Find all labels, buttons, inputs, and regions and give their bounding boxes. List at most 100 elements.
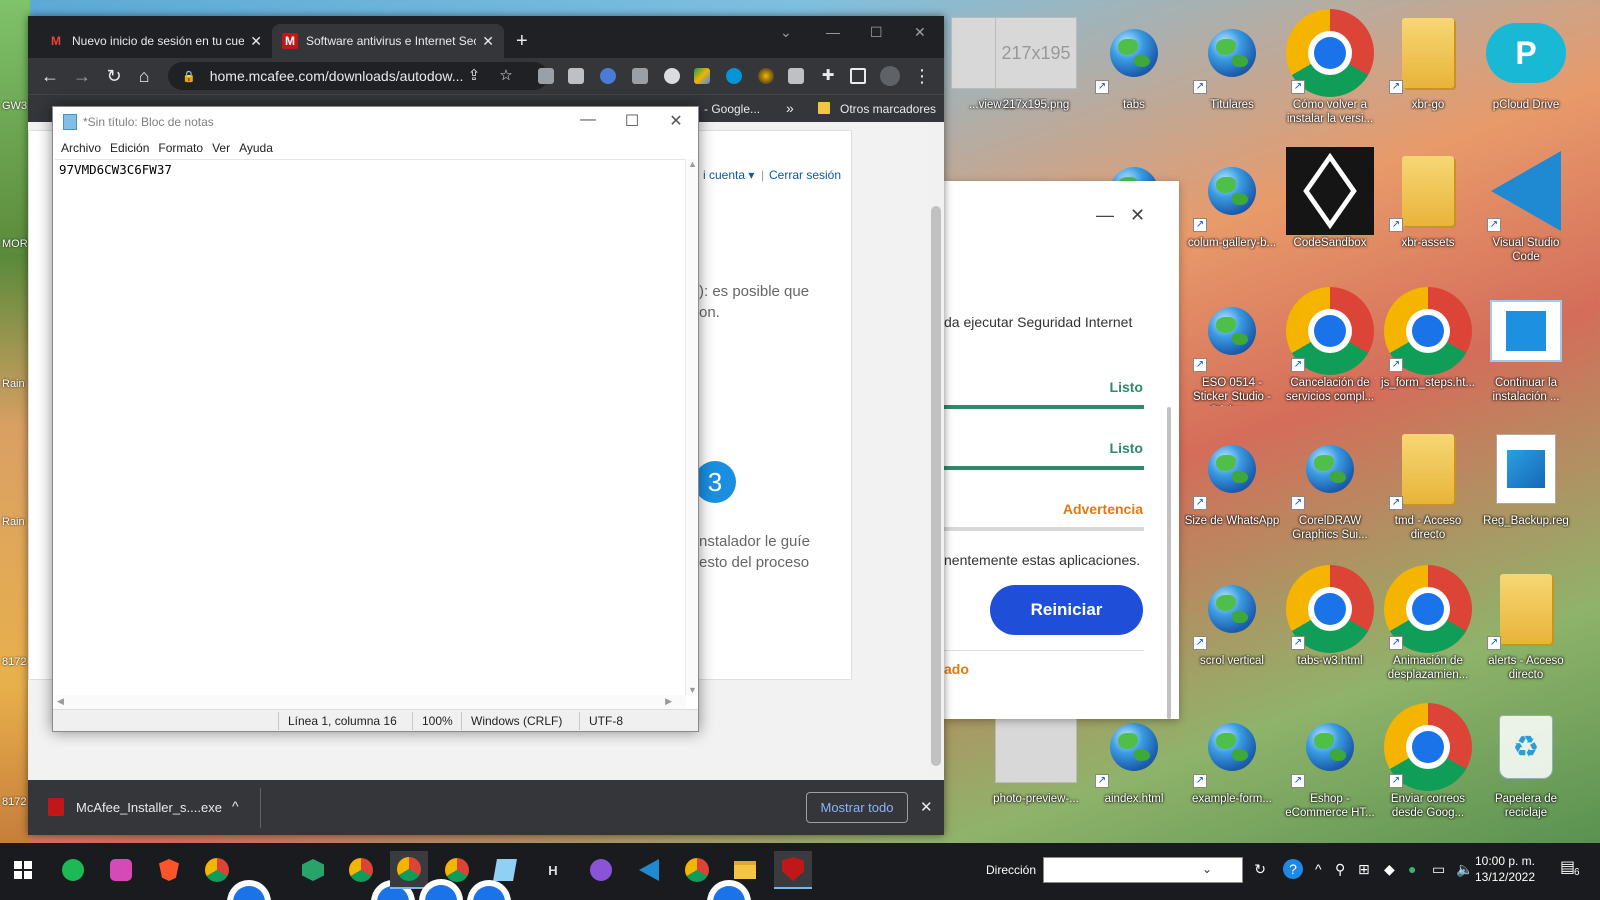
- desktop-icon[interactable]: 217x195 217x195.png: [988, 8, 1084, 146]
- desktop-icon[interactable]: ↗ xbr-go: [1380, 8, 1476, 146]
- tray-chevron-icon[interactable]: ^: [1315, 861, 1322, 877]
- close-icon[interactable]: ✕: [914, 24, 926, 41]
- desktop-icon[interactable]: Continuar la instalación ...: [1478, 286, 1574, 424]
- bookmark-star-icon[interactable]: ☆: [496, 66, 516, 84]
- close-tab-icon[interactable]: ✕: [482, 33, 494, 50]
- profile-avatar[interactable]: [880, 66, 900, 86]
- vscode-icon[interactable]: [630, 851, 668, 889]
- desktop-icon[interactable]: ↗ xbr-assets: [1380, 146, 1476, 284]
- close-icon[interactable]: ✕: [661, 111, 691, 131]
- menu-ayuda[interactable]: Ayuda: [239, 141, 273, 155]
- menu-ver[interactable]: Ver: [212, 141, 230, 155]
- close-download-bar-icon[interactable]: ✕: [920, 798, 933, 816]
- chevron-down-icon[interactable]: ⌄: [1202, 862, 1212, 876]
- tab-gmail[interactable]: M Nuevo inicio de sesión en tu cue ✕: [38, 24, 272, 58]
- vertical-scrollbar[interactable]: ▲ ▼: [685, 159, 698, 695]
- desktop-icon[interactable]: ↗ colum-gallery-b...: [1184, 146, 1280, 284]
- scroll-right-icon[interactable]: ▶: [665, 696, 672, 707]
- desktop-icon-label[interactable]: 8172: [2, 796, 26, 808]
- desktop-icon[interactable]: ↗ scrol vertical: [1184, 564, 1280, 702]
- chrome-profile-icon[interactable]: [198, 851, 271, 900]
- desktop-icon[interactable]: CodeSandbox: [1282, 146, 1378, 284]
- forward-icon[interactable]: →: [72, 66, 92, 87]
- help-icon[interactable]: ?: [1283, 859, 1303, 879]
- close-button[interactable]: ✕: [1130, 205, 1145, 226]
- maximize-icon[interactable]: ☐: [870, 24, 883, 41]
- minimize-icon[interactable]: —: [573, 111, 603, 129]
- clock[interactable]: 10:00 p. m. 13/12/2022: [1470, 853, 1540, 885]
- desktop-icon[interactable]: ↗ ESO 0514 - Sticker Studio - Sticker...: [1184, 286, 1280, 424]
- chrome-icon[interactable]: [438, 851, 511, 900]
- desktop-icon[interactable]: ♻ Papelera de reciclaje: [1478, 702, 1574, 840]
- desktop-icon[interactable]: ↗ aindex.html: [1086, 702, 1182, 840]
- desktop-icon[interactable]: ↗ example-form...: [1184, 702, 1280, 840]
- text-editor[interactable]: 97VMD6CW3C6FW37: [55, 159, 686, 695]
- desktop-icon-label[interactable]: 8172: [2, 656, 26, 668]
- minimize-button[interactable]: —: [1096, 205, 1114, 226]
- tab-mcafee[interactable]: M Software antivirus e Internet Secu ✕: [272, 24, 504, 58]
- scroll-up-icon[interactable]: ▲: [688, 159, 697, 169]
- desktop-icon[interactable]: Reg_Backup.reg: [1478, 424, 1574, 562]
- horizontal-scrollbar[interactable]: ◀ ▶: [55, 695, 686, 709]
- back-icon[interactable]: ←: [40, 66, 60, 87]
- notifications-icon[interactable]: ▤: [1560, 857, 1575, 877]
- scrollbar[interactable]: [1167, 407, 1171, 719]
- extension-icon[interactable]: [600, 68, 616, 84]
- desktop-icon[interactable]: ↗ alerts - Acceso directo: [1478, 564, 1574, 702]
- more-bookmarks-chevron[interactable]: »: [786, 100, 794, 116]
- extension-icon[interactable]: [632, 68, 648, 84]
- download-menu-chevron[interactable]: ^: [232, 798, 239, 814]
- scroll-down-icon[interactable]: ▼: [688, 685, 697, 695]
- address-bar[interactable]: 🔒 home.mcafee.com/downloads/autodow...: [168, 62, 548, 90]
- side-panel-icon[interactable]: [850, 68, 866, 84]
- maximize-icon[interactable]: ☐: [617, 111, 647, 131]
- desktop-icon-label[interactable]: MOR: [2, 238, 28, 250]
- refresh-icon[interactable]: ↻: [1254, 861, 1266, 878]
- extension-icon[interactable]: [538, 68, 554, 84]
- menu-archivo[interactable]: Archivo: [61, 141, 101, 155]
- restart-button[interactable]: Reiniciar: [990, 585, 1143, 635]
- brave-icon[interactable]: [150, 851, 188, 889]
- desktop-icon[interactable]: ↗ Cómo volver a instalar la versi...: [1282, 8, 1378, 146]
- desktop-icon[interactable]: ↗ Enviar correos desde Goog...: [1380, 702, 1476, 840]
- home-icon[interactable]: ⌂: [134, 66, 154, 87]
- download-filename[interactable]: McAfee_Installer_s....exe: [76, 800, 222, 815]
- app-icon[interactable]: [102, 851, 140, 889]
- mcafee-icon[interactable]: [774, 851, 812, 889]
- minimize-icon[interactable]: —: [826, 24, 840, 40]
- account-link[interactable]: i cuenta ▾: [703, 168, 754, 182]
- show-all-button[interactable]: Mostrar todo: [806, 792, 908, 823]
- desktop-icon[interactable]: PpCloud Drive: [1478, 8, 1574, 146]
- new-tab-icon[interactable]: +: [516, 30, 528, 53]
- scrollbar-thumb[interactable]: [931, 206, 941, 766]
- desktop-icon[interactable]: ↗ tabs-w3.html: [1282, 564, 1378, 702]
- hp-icon[interactable]: [726, 68, 742, 84]
- shield-icon[interactable]: ◆: [1384, 861, 1395, 878]
- spotify-icon[interactable]: [54, 851, 92, 889]
- tray-app-icon[interactable]: ⚲: [1335, 861, 1345, 878]
- google-drive-icon[interactable]: [694, 68, 710, 84]
- desktop-icon[interactable]: ↗ tabs: [1086, 8, 1182, 146]
- title-bar[interactable]: *Sin título: Bloc de notas — ☐ ✕: [53, 107, 698, 137]
- desktop-icon[interactable]: ↗ js_form_steps.ht...: [1380, 286, 1476, 424]
- desktop-icon[interactable]: ↗ CorelDRAW Graphics Sui...: [1282, 424, 1378, 562]
- desktop-icon[interactable]: ↗ tmd - Acceso directo: [1380, 424, 1476, 562]
- notepad-icon[interactable]: [486, 851, 524, 889]
- start-icon[interactable]: [4, 851, 42, 889]
- bookmark-item[interactable]: - Google...: [704, 102, 760, 116]
- menu-formato[interactable]: Formato: [158, 141, 203, 155]
- menu-kebab-icon[interactable]: ⋮: [912, 66, 932, 87]
- close-tab-icon[interactable]: ✕: [250, 33, 262, 50]
- tray-app-icon[interactable]: ⊞: [1358, 861, 1370, 878]
- network-icon[interactable]: ▭: [1432, 861, 1445, 878]
- footer-link[interactable]: ado: [944, 661, 969, 677]
- other-bookmarks[interactable]: Otros marcadores: [840, 102, 936, 116]
- extension-icon[interactable]: [758, 68, 774, 84]
- extensions-puzzle-icon[interactable]: ✚: [818, 66, 838, 84]
- desktop-icon-label[interactable]: Rain: [2, 516, 25, 528]
- lock-icon[interactable]: 🔒: [182, 70, 196, 83]
- desktop-icon-label[interactable]: GW3: [2, 100, 27, 112]
- chrome-icon[interactable]: [678, 851, 751, 900]
- desktop-icon[interactable]: ↗ Eshop - eCommerce HT...: [1282, 702, 1378, 840]
- extension-icon[interactable]: [664, 68, 680, 84]
